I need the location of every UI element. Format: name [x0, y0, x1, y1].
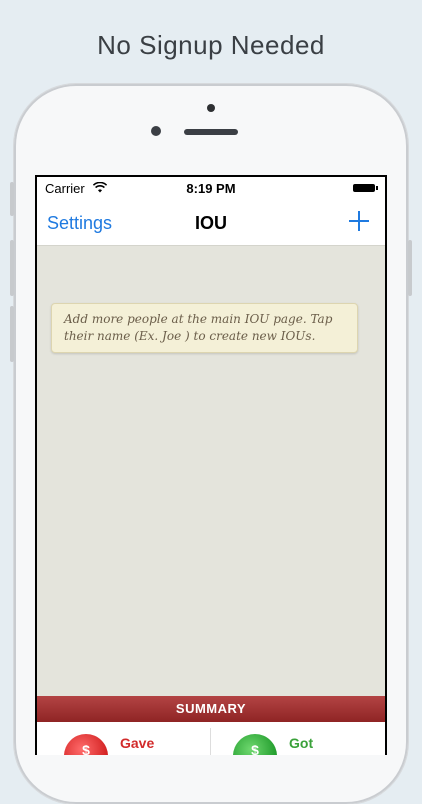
earpiece-speaker — [184, 129, 238, 135]
got-label[interactable]: Got — [289, 735, 313, 751]
gave-icon[interactable]: $ — [64, 734, 108, 755]
hint-note: Add more people at the main IOU page. Ta… — [51, 303, 358, 353]
summary-divider — [210, 728, 211, 755]
headline: No Signup Needed — [97, 30, 325, 60]
gave-symbol: $ — [82, 742, 90, 755]
front-camera — [151, 126, 161, 136]
plus-icon[interactable] — [347, 209, 371, 233]
status-bar: Carrier 8:19 PM — [37, 177, 385, 199]
navigation-bar: Settings IOU — [37, 199, 385, 246]
got-icon[interactable]: $ — [233, 734, 277, 755]
battery-icon — [353, 184, 378, 192]
volume-up-button — [10, 240, 14, 296]
power-button — [408, 240, 412, 296]
status-time: 8:19 PM — [186, 181, 236, 196]
mute-switch — [10, 182, 14, 216]
phone-screen: Carrier 8:19 PM Settings IOU Add more pe… — [35, 175, 387, 755]
summary-panel: $ Gave $ Got — [37, 722, 385, 755]
volume-down-button — [10, 306, 14, 362]
gave-label[interactable]: Gave — [120, 735, 154, 751]
got-symbol: $ — [251, 742, 259, 755]
app-content: Carrier 8:19 PM Settings IOU Add more pe… — [37, 177, 385, 755]
summary-header: SUMMARY — [37, 696, 385, 722]
settings-button[interactable]: Settings — [47, 213, 112, 234]
proximity-sensor — [207, 104, 215, 112]
